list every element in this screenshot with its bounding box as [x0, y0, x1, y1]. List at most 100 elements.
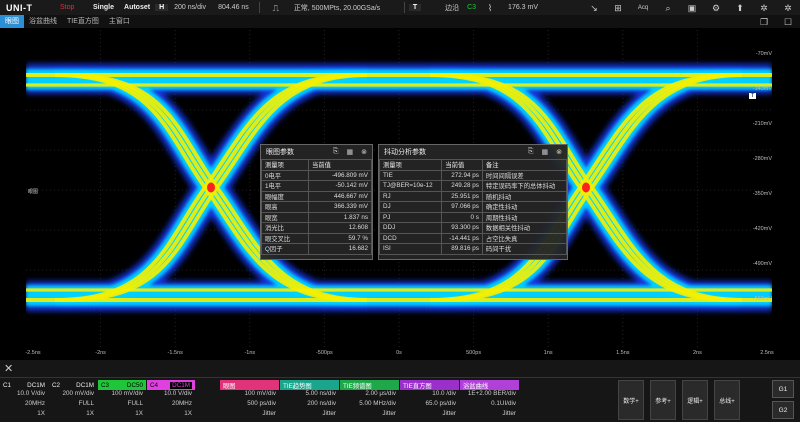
y-tick-label: -210mV [752, 121, 772, 127]
table-icon[interactable]: ▦ [542, 148, 549, 156]
parameter-value: 16.682 [308, 243, 372, 255]
parameter-note: 占空比失真 [481, 232, 568, 244]
trigger-level-marker[interactable]: T [749, 93, 757, 99]
math-menu-button[interactable]: 数学+ [618, 380, 644, 420]
parameter-name: Q因子 [260, 243, 310, 255]
channel-bandwidth: FULL [127, 400, 143, 407]
function-line: 5.00 MHz/div [359, 400, 396, 407]
column-header: 当前值 [441, 159, 483, 171]
parameter-name: 眼高 [260, 201, 310, 213]
settings-icon[interactable]: ✲ [758, 3, 770, 13]
channel-c4-card[interactable]: C4 DC1M 10.0 V/div 20MHz 1X [147, 380, 195, 420]
close-window-icon[interactable]: ☐ [782, 17, 794, 27]
tab-tie-histogram[interactable]: TIE直方图 [62, 15, 104, 28]
trigger-source[interactable]: C3 [465, 4, 478, 11]
function-line: Jitter [442, 410, 456, 417]
function-line: Jitter [262, 410, 276, 417]
tab-eye-diagram[interactable]: 眼图 [0, 15, 24, 28]
bus-menu-button[interactable]: 总线+ [714, 380, 740, 420]
function-card[interactable]: TIE趋势图 5.00 ns/div 200 ns/div Jitter [280, 380, 339, 420]
function-card[interactable]: 眼图 100 mV/div 500 ps/div Jitter [220, 380, 279, 420]
divider [403, 2, 405, 13]
parameter-name: RJ [378, 190, 443, 202]
function-line: 1E+2.00 BER/div [467, 390, 516, 397]
trigger-level[interactable]: 176.3 mV [502, 4, 544, 11]
function-card[interactable]: 浴盆曲线 1E+2.00 BER/div 0.1UI/div Jitter [460, 380, 519, 420]
x-tick-label: -1.5ns [167, 350, 183, 356]
parameter-name: TIE [378, 169, 443, 181]
g1-button[interactable]: G1 [772, 380, 794, 398]
channel-name: C1 [3, 381, 12, 389]
channel-header: C2 DC1M [49, 380, 97, 390]
table-row: RJ 25.951 ps 随机抖动 [378, 190, 568, 202]
close-icon[interactable]: ⊗ [361, 148, 367, 156]
table-row: PJ 0 s 周期性抖动 [378, 211, 568, 223]
g2-button[interactable]: G2 [772, 401, 794, 419]
x-tick-label: 1ns [543, 350, 553, 356]
help-icon[interactable]: ✲ [782, 3, 794, 13]
status-strip: ✕ [0, 360, 800, 378]
table-icon[interactable]: ▦ [347, 148, 354, 156]
logic-menu-button[interactable]: 逻辑+ [682, 380, 708, 420]
parameter-name: DDJ [378, 222, 443, 234]
timebase-value[interactable]: 200 ns/div [168, 4, 212, 11]
ref-menu-button[interactable]: 参考+ [650, 380, 676, 420]
y-tick-label: -70mV [755, 51, 772, 57]
collapse-icon[interactable]: ✕ [4, 362, 13, 375]
autoset-button[interactable]: Autoset [119, 4, 155, 11]
acquire-icon[interactable]: Acq [636, 3, 650, 13]
parameter-name: 眼交叉比 [260, 232, 310, 244]
function-card[interactable]: TIE频谱图 2.00 μs/div 5.00 MHz/div Jitter [340, 380, 399, 420]
eye-panel-title: 眼图参数 [266, 149, 294, 156]
horizontal-key[interactable]: H [155, 4, 169, 11]
parameter-value: 272.94 ps [441, 169, 483, 181]
table-row: ISI 89.816 ps 码间干扰 [378, 243, 568, 255]
parameter-name: 1电平 [260, 180, 310, 192]
display-icon[interactable]: ▣ [686, 3, 698, 13]
export-icon[interactable]: ⎘ [528, 148, 534, 156]
y-tick-label: -140mV [752, 86, 772, 92]
single-button[interactable]: Single [88, 4, 119, 11]
channel-coupling: DC1M [170, 381, 192, 389]
crossing-point [207, 182, 215, 193]
close-icon[interactable]: ⊗ [556, 148, 562, 156]
channel-probe: 1X [135, 410, 143, 417]
export-icon[interactable]: ⎘ [333, 148, 339, 156]
parameter-value: 25.951 ps [441, 190, 483, 202]
x-tick-label: 0s [396, 350, 402, 356]
function-card[interactable]: TIE直方图 10.0 /div 65.0 ps/div Jitter [400, 380, 459, 420]
tab-main-window[interactable]: 主窗口 [104, 15, 135, 28]
menu-buttons: 数学+ 参考+ 逻辑+ 总线+ [618, 380, 740, 420]
parameter-value: 446.667 mV [308, 190, 372, 202]
trigger-key[interactable]: T [408, 4, 422, 11]
pulse-icon: ⎍ [272, 2, 279, 13]
channel-c2-card[interactable]: C2 DC1M 200 mV/div FULL 1X [49, 380, 97, 420]
run-stop-button[interactable]: Stop [60, 4, 88, 11]
acquisition-info[interactable]: 正常, 500MPts, 20.00GSa/s [288, 3, 400, 13]
measure-icon[interactable]: ⊞ [612, 3, 624, 13]
channel-c1-card[interactable]: C1 DC1M 10.0 V/div 20MHz 1X [0, 380, 48, 420]
eye-parameters-panel[interactable]: 眼图参数 ⎘ ▦ ⊗ 测量项 当前值 0电平 -496.809 mV 1电平 -50.… [260, 144, 373, 260]
restore-window-icon[interactable]: ❐ [758, 17, 770, 27]
x-tick-label: 2ns [692, 350, 702, 356]
search-icon[interactable]: ⌕ [662, 3, 674, 13]
function-line: 10.0 /div [432, 390, 456, 397]
parameter-note: 码间干扰 [481, 243, 568, 255]
x-tick-label: -500ps [315, 350, 333, 356]
save-icon[interactable]: ⬆ [734, 3, 746, 13]
function-name: 浴盆曲线 [463, 382, 489, 390]
utility-icon[interactable]: ⚙ [710, 3, 722, 13]
channel-c3-card[interactable]: C3 DC50 100 mV/div FULL 1X [98, 380, 146, 420]
channel-name: C4 [150, 381, 159, 389]
y-tick-label: -490mV [752, 261, 772, 267]
parameter-name: DJ [378, 201, 443, 213]
parameter-name: PJ [378, 211, 443, 223]
trigger-type[interactable]: 边沿 [421, 3, 465, 13]
table-row: DJ 97.066 ps 确定性抖动 [378, 201, 568, 213]
cursor-icon[interactable]: ↘ [588, 3, 600, 13]
jitter-analysis-panel[interactable]: 抖动分析参数 ⎘ ▦ ⊗ 测量项 当前值 备注 TIE 272.94 ps 时间间隔… [378, 144, 568, 260]
rising-edge-icon: ⌇ [487, 2, 493, 13]
channel-scale: 10.0 V/div [163, 390, 192, 397]
horizontal-offset[interactable]: 804.46 ns [212, 4, 255, 11]
tab-bathtub[interactable]: 浴盆曲线 [24, 15, 62, 28]
